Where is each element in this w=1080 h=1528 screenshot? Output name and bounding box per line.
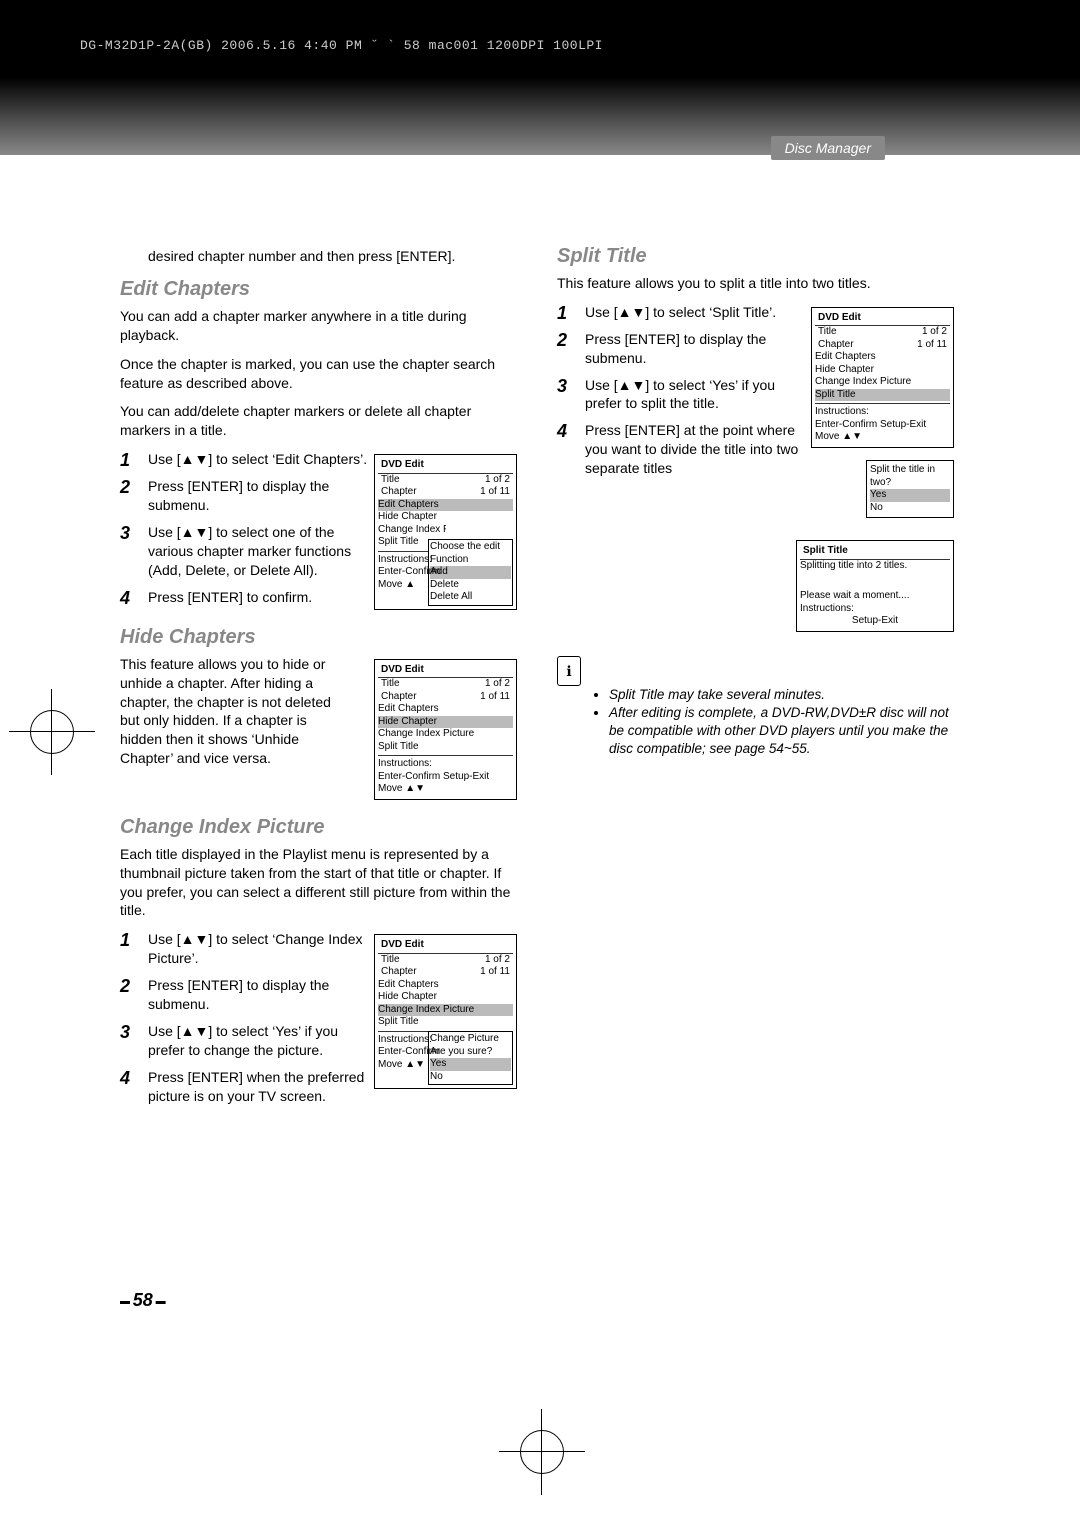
osd-val: 1 of 11	[480, 691, 510, 704]
step: Use [▲▼] to select ‘Yes’ if you prefer t…	[120, 1022, 517, 1060]
osd-title: Split Title	[800, 544, 950, 560]
osd-item: Edit Chapters	[378, 703, 513, 716]
osd-row: Title	[381, 678, 400, 691]
edit-chapters-p3: You can add/delete chapter markers or de…	[120, 402, 517, 440]
step: Press [ENTER] to display the submenu.	[120, 477, 517, 515]
osd-hide-chapters: DVD Edit Title 1 of 2 Chapter 1 of 11 Edit…	[374, 659, 517, 800]
osd-instr: Instructions:	[378, 758, 432, 769]
step: Use [▲▼] to select ‘Edit Chapters’.	[120, 450, 517, 469]
osd-instr: Move ▲▼	[378, 783, 425, 794]
note-icon: ℹ︎	[557, 656, 581, 686]
left-column: desired chapter number and then press [E…	[120, 243, 517, 1113]
osd-line: Instructions:	[800, 603, 950, 616]
step: Press [ENTER] to display the submenu.	[557, 330, 954, 368]
osd-option: No	[870, 502, 950, 515]
heading-split-title: Split Title	[557, 243, 954, 270]
osd-instr: Enter-Confirm Setup-Exit	[378, 771, 489, 782]
registration-mark-icon	[520, 1430, 564, 1474]
split-title-p: This feature allows you to split a title…	[557, 274, 954, 293]
osd-item: Change Index Picture	[378, 728, 513, 741]
header-bar	[0, 0, 1080, 155]
step: Use [▲▼] to select ‘Split Title’.	[557, 303, 954, 322]
step: Press [ENTER] to confirm.	[120, 588, 517, 607]
osd-line: Please wait a moment....	[800, 590, 950, 603]
step: Press [ENTER] to display the submenu.	[120, 976, 517, 1014]
step: Use [▲▼] to select ‘Yes’ if you prefer t…	[557, 376, 954, 414]
step: Use [▲▼] to select one of the various ch…	[120, 523, 517, 580]
osd-title: DVD Edit	[378, 663, 513, 679]
registration-mark-icon	[30, 710, 74, 754]
print-meta-line: DG-M32D1P-2A(GB) 2006.5.16 4:40 PM ˘ ` 5…	[80, 38, 603, 53]
osd-val: 1 of 2	[485, 678, 510, 691]
heading-hide-chapters: Hide Chapters	[120, 624, 517, 651]
change-index-p: Each title displayed in the Playlist men…	[120, 845, 517, 921]
section-tab: Disc Manager	[771, 136, 885, 160]
osd-item: Split Title	[378, 741, 513, 754]
split-title-steps: Use [▲▼] to select ‘Split Title’. Press …	[557, 303, 954, 478]
osd-line: Setup-Exit	[800, 615, 950, 628]
edit-chapters-p2: Once the chapter is marked, you can use …	[120, 355, 517, 393]
osd-line: Splitting title into 2 titles.	[800, 560, 950, 573]
intro-continued: desired chapter number and then press [E…	[148, 247, 517, 266]
osd-row: Chapter	[381, 691, 417, 704]
heading-change-index: Change Index Picture	[120, 814, 517, 841]
osd-split-progress: Split Title Splitting title into 2 title…	[796, 540, 954, 632]
page-number: 58	[120, 1290, 166, 1311]
step: Press [ENTER] at the point where you wan…	[557, 421, 954, 478]
step: Press [ENTER] when the preferred picture…	[120, 1068, 517, 1106]
osd-option: Yes	[870, 489, 950, 502]
note-item: After editing is complete, a DVD-RW,DVD±…	[609, 704, 954, 759]
step: Use [▲▼] to select ‘Change Index Picture…	[120, 930, 517, 968]
right-column: Split Title This feature allows you to s…	[557, 243, 954, 1113]
note-item: Split Title may take several minutes.	[609, 686, 954, 704]
note-block: ℹ︎ Split Title may take several minutes.…	[557, 656, 954, 759]
osd-item: Hide Chapter	[378, 716, 513, 729]
heading-edit-chapters: Edit Chapters	[120, 276, 517, 303]
hide-chapters-p: This feature allows you to hide or unhid…	[120, 655, 338, 768]
edit-chapters-p1: You can add a chapter marker anywhere in…	[120, 307, 517, 345]
